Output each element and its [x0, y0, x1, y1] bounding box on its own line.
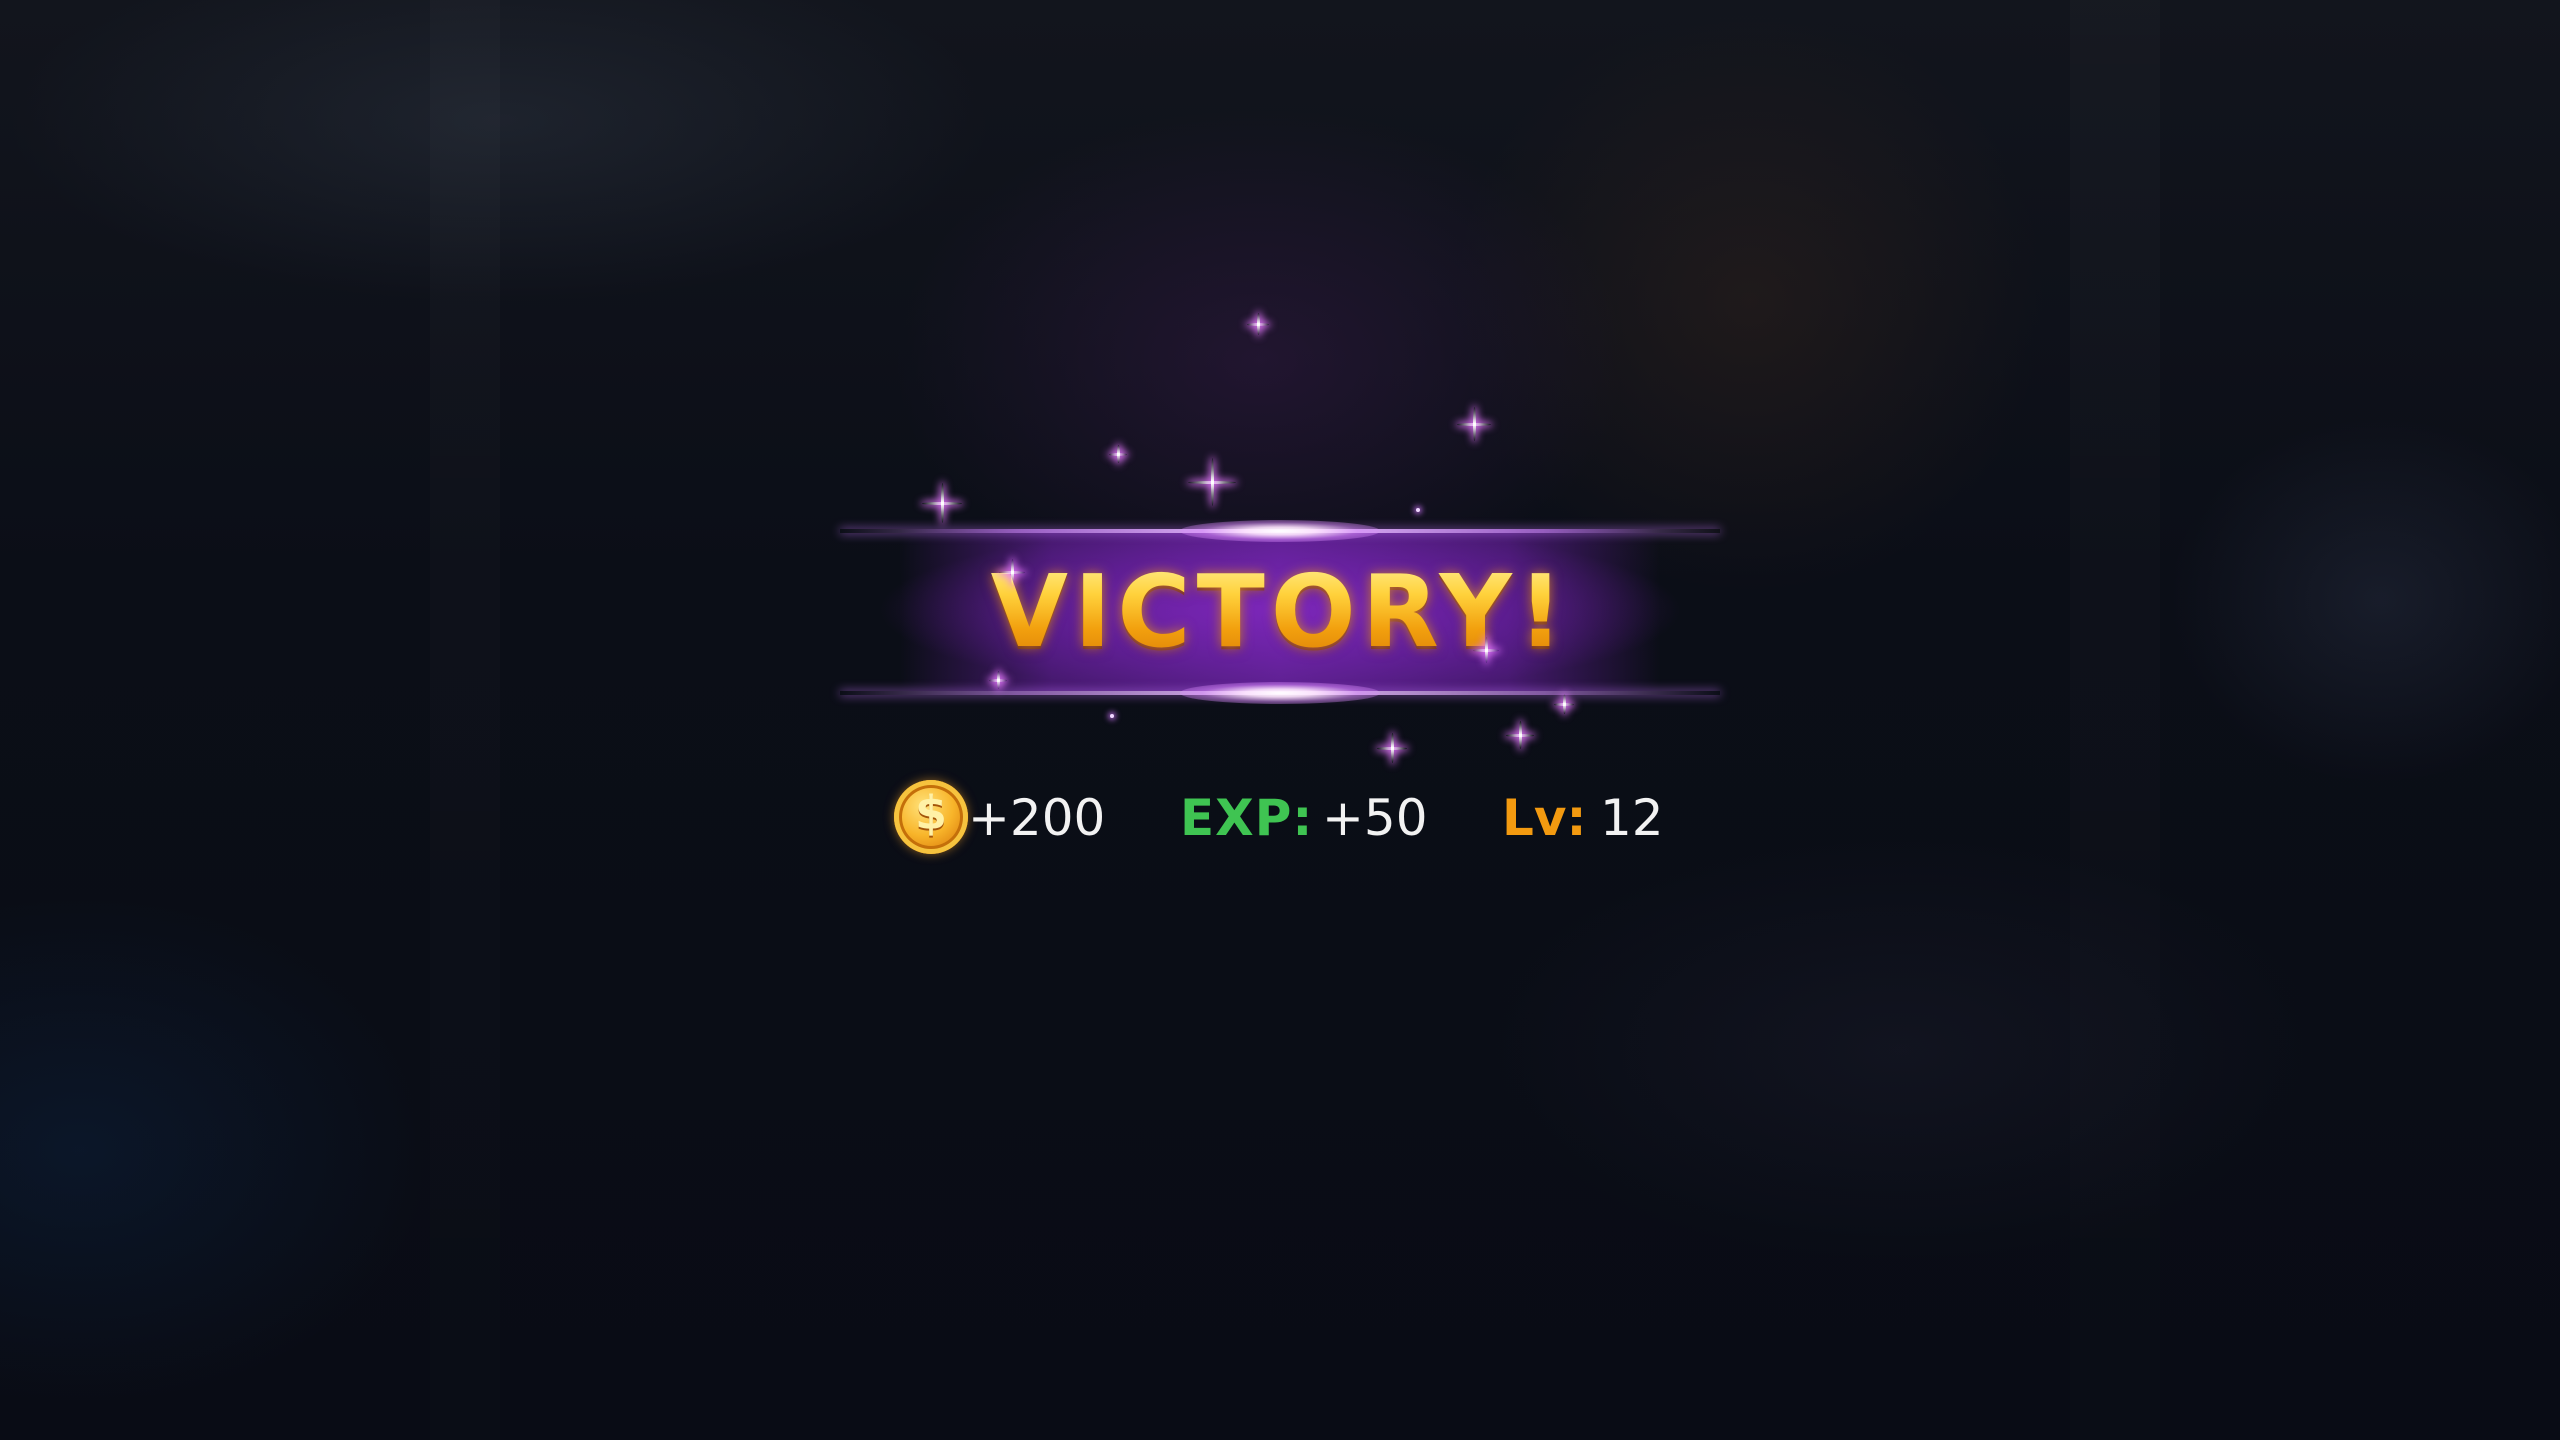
- exp-label: EXP:: [1180, 789, 1314, 847]
- victory-banner: VICTORY!: [840, 515, 1720, 705]
- level-value: 12: [1600, 789, 1664, 847]
- rewards-row: $ +200 EXP: +50 Lv: 12: [890, 778, 1690, 860]
- exp-reward-value: +50: [1322, 789, 1428, 847]
- background-blur: [430, 0, 500, 1440]
- victory-screen: VICTORY! $ +200 EXP: +50 Lv: 12: [0, 0, 2560, 1440]
- top-flare-core: [1180, 520, 1380, 542]
- gold-reward-value: +200: [968, 789, 1106, 847]
- sparkle-dot: [1110, 714, 1114, 718]
- victory-title: VICTORY!: [840, 553, 1720, 670]
- level-label: Lv:: [1502, 789, 1587, 847]
- background-blur: [2070, 0, 2160, 1440]
- bottom-flare-core: [1180, 682, 1380, 704]
- sparkle-dot: [1416, 508, 1420, 512]
- coin-symbol: $: [914, 786, 947, 840]
- coin-dollar-icon: $: [894, 780, 968, 854]
